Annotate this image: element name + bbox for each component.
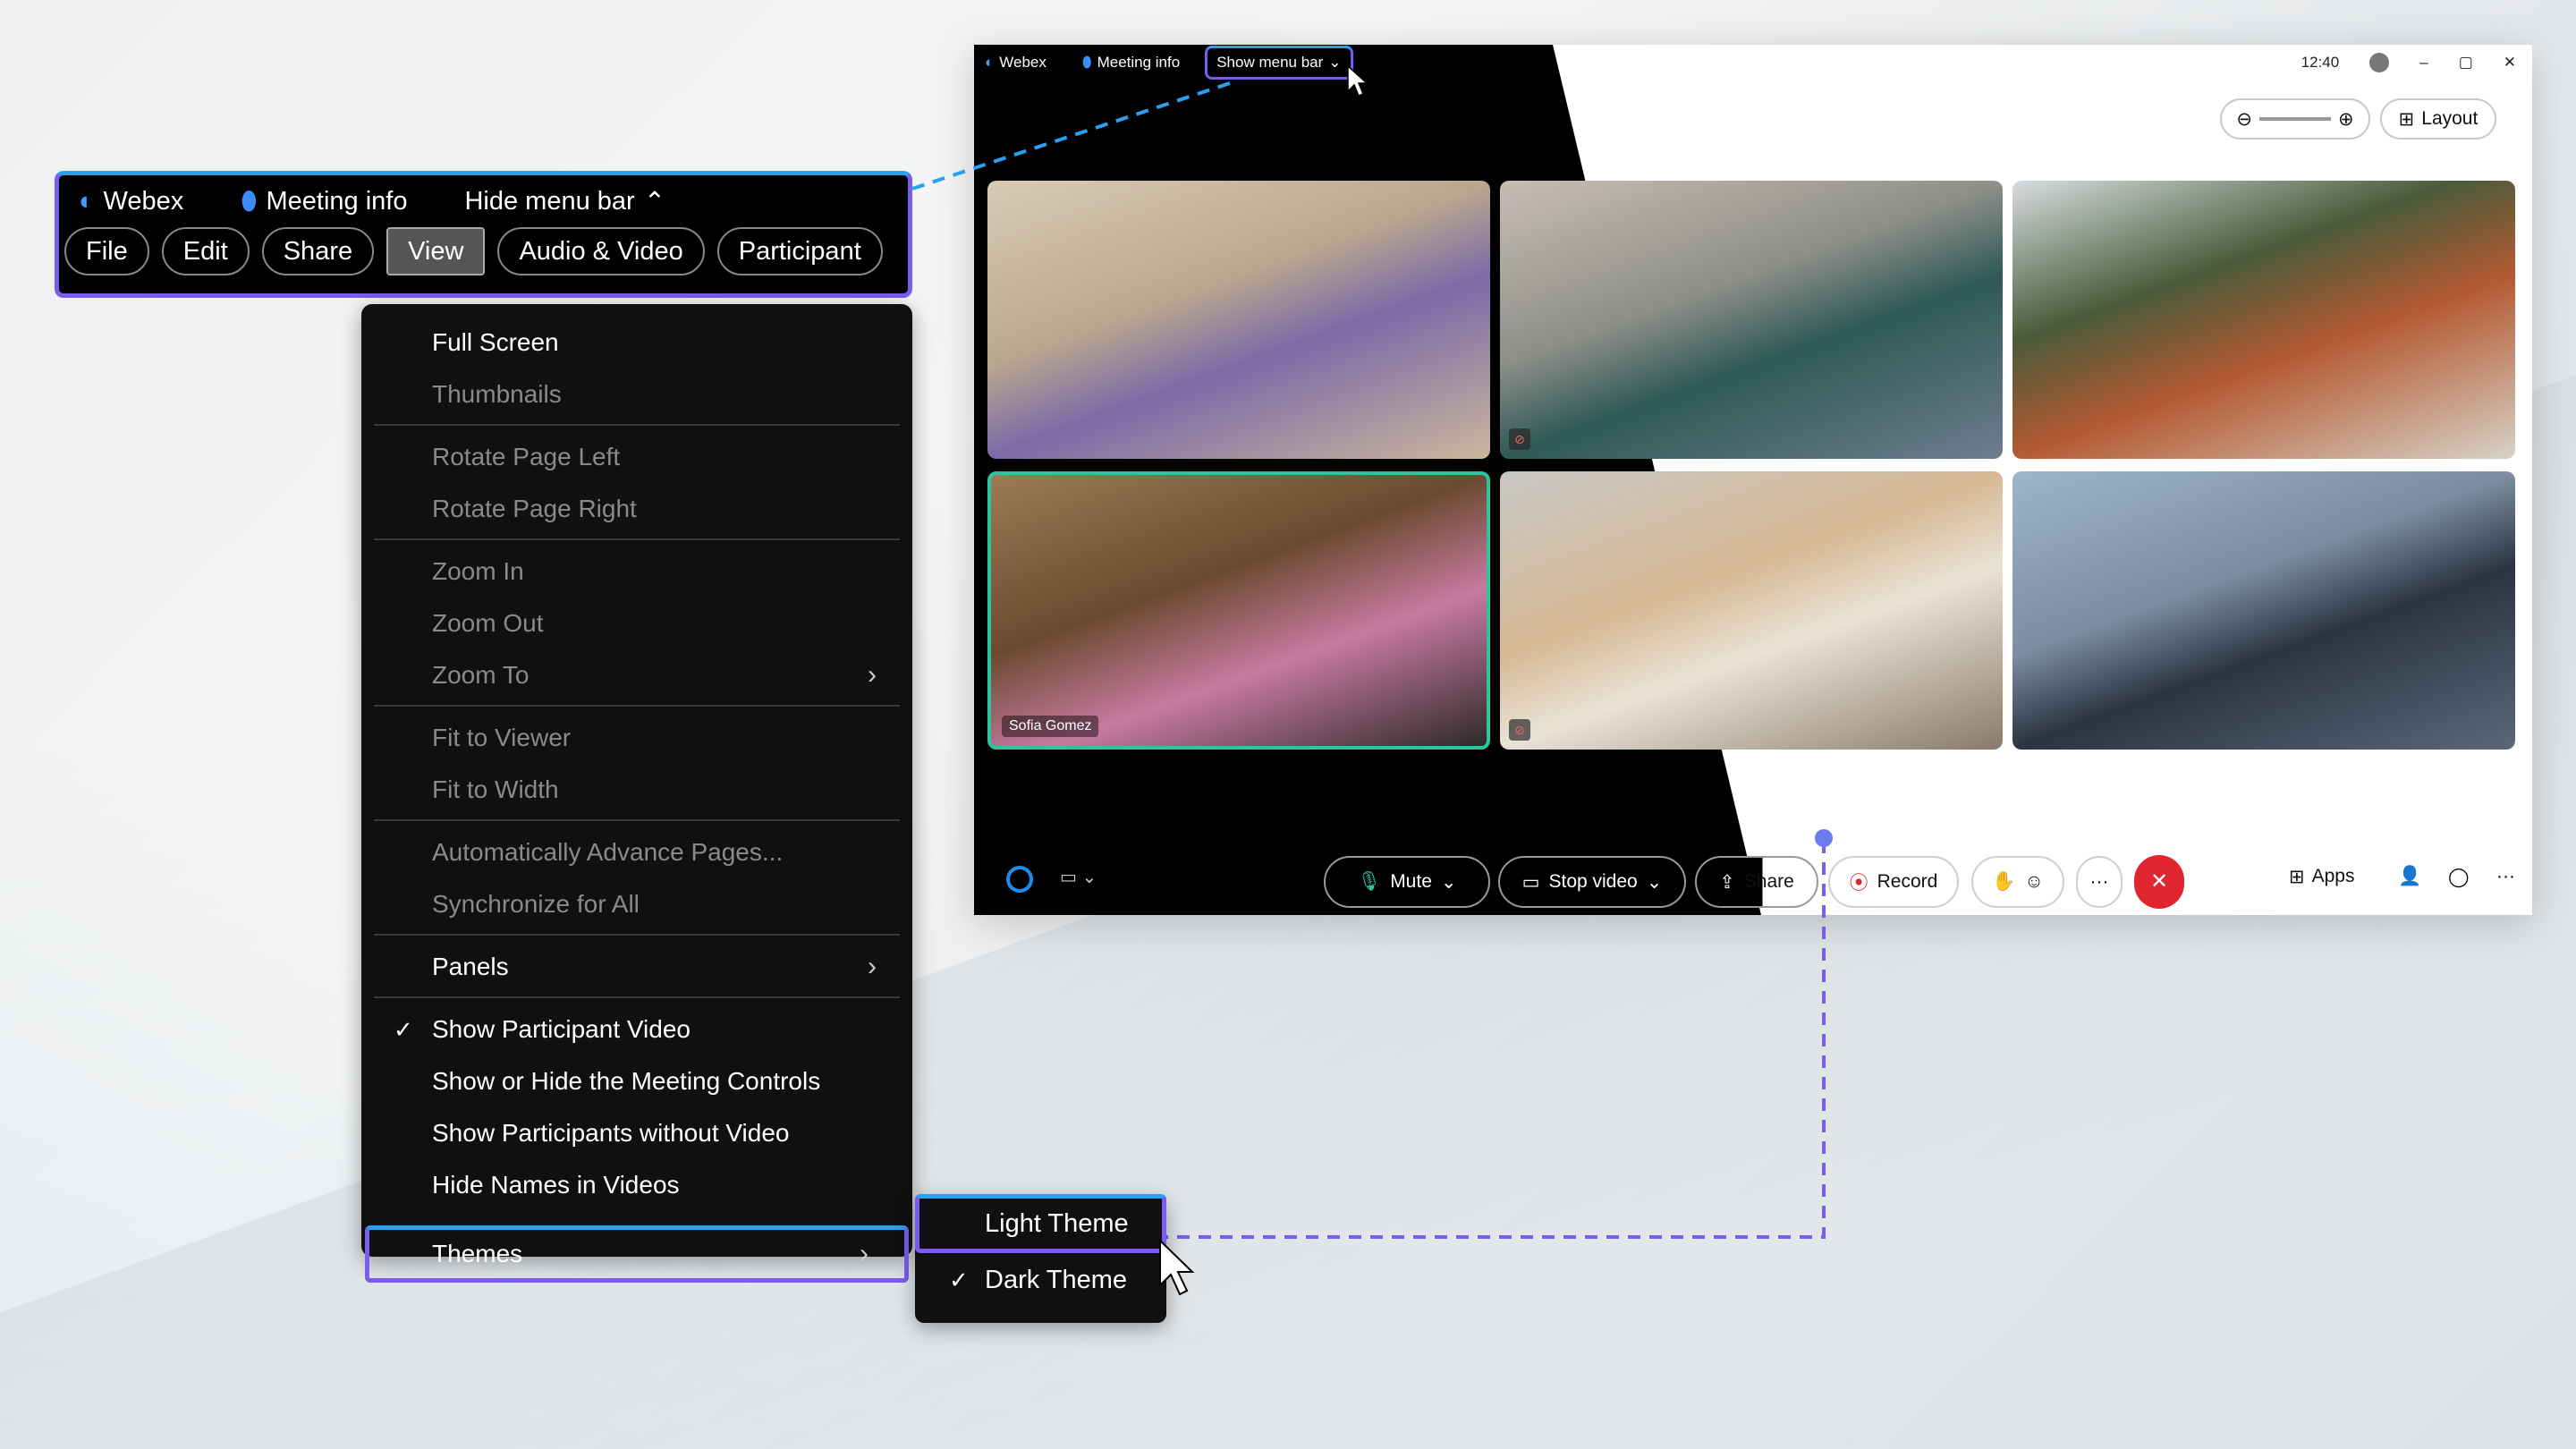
checkmark-icon: ✓	[394, 1015, 413, 1043]
webex-logo-icon: ◐	[79, 186, 95, 216]
zoom-slider[interactable]: ⊖ ⊕	[2220, 98, 2370, 140]
more-icon[interactable]: ···	[2496, 866, 2515, 887]
menu-item-zoom-in: Zoom In	[432, 557, 524, 585]
record-icon: ⦿	[1849, 873, 1868, 894]
menu-participant[interactable]: Participant	[716, 227, 883, 275]
themes-submenu: Light Theme ✓ Dark Theme	[915, 1194, 1166, 1323]
apps-icon: ⊞	[2289, 867, 2305, 887]
menu-bar: ◐ Webex ⬮ Meeting info Hide menu bar ⌃ File…	[55, 171, 912, 298]
menu-item-synchronize-for-all: Synchronize for All	[432, 890, 640, 918]
reactions-button[interactable]: ✋ ☺	[1971, 856, 2064, 908]
chevron-down-icon[interactable]: ⌄	[1647, 871, 1663, 894]
menu-item-themes[interactable]: Themes ›	[365, 1225, 909, 1283]
checkmark-icon: ✓	[949, 1266, 969, 1293]
layout-button[interactable]: ⊞ Layout	[2380, 98, 2496, 140]
mute-button[interactable]: 🎙 Mute ⌄	[1324, 856, 1490, 908]
link-icon[interactable]	[2369, 53, 2390, 72]
mouse-cursor-icon	[1347, 64, 1368, 97]
menu-view[interactable]: View	[386, 227, 486, 275]
share-button[interactable]: ⇪ Share	[1695, 856, 1818, 908]
chevron-down-icon[interactable]: ⌄	[1441, 871, 1457, 894]
menu-share[interactable]: Share	[261, 227, 375, 275]
minimize-icon[interactable]: –	[2419, 54, 2428, 72]
menu-item-zoom-out: Zoom Out	[432, 609, 544, 637]
video-tile[interactable]	[2012, 181, 2515, 459]
mouse-cursor-icon	[1159, 1239, 1195, 1296]
menu-item-zoom-to: Zoom To ›	[432, 660, 877, 690]
menu-separator	[374, 996, 900, 998]
meeting-info-tab[interactable]: ⬮ Meeting info	[1082, 54, 1180, 72]
window-controls: 12:40 – ▢ ✕	[2301, 45, 2532, 80]
menu-item-rotate-page-left: Rotate Page Left	[432, 443, 621, 470]
video-tile[interactable]: ⊘	[1500, 181, 2003, 459]
menu-item-fit-to-width: Fit to Width	[432, 775, 559, 803]
menu-item-automatically-advance-pages: Automatically Advance Pages...	[432, 838, 784, 866]
shield-icon: ⬮	[1081, 54, 1092, 71]
close-icon[interactable]: ✕	[2504, 54, 2516, 72]
captions-icon[interactable]: ▭ ⌄	[1060, 866, 1097, 888]
menu-separator	[374, 705, 900, 707]
menu-audio-video[interactable]: Audio & Video	[497, 227, 705, 275]
chevron-right-icon: ›	[868, 952, 877, 981]
menu-item-panels[interactable]: Panels ›	[361, 941, 912, 993]
menu-item-dark-theme[interactable]: ✓ Dark Theme	[915, 1253, 1166, 1307]
menu-item-show-or-hide-the-meeting-controls[interactable]: Show or Hide the Meeting Controls	[361, 1055, 912, 1107]
record-button[interactable]: ⦿ Record	[1828, 856, 1959, 908]
chevron-up-icon: ⌃	[643, 187, 666, 216]
muted-icon: ⊘	[1509, 428, 1530, 450]
meeting-info-tab[interactable]: ⬮ Meeting info	[241, 187, 407, 216]
webex-meeting-window: ◐ Webex ⬮ Meeting info Show menu bar ⌄ 12:4…	[974, 45, 2532, 915]
zoom-out-icon[interactable]: ⊖	[2236, 108, 2252, 131]
hide-menu-bar-button[interactable]: Hide menu bar ⌃	[464, 186, 665, 217]
microphone-icon: 🎙	[1357, 871, 1382, 892]
title-bar: ◐ Webex ⬮ Meeting info Show menu bar ⌄	[974, 45, 2532, 80]
menu-item-rotate-page-right: Rotate Page Right	[432, 495, 637, 522]
menu-separator	[374, 538, 900, 540]
close-icon: ✕	[2149, 869, 2169, 894]
video-tile[interactable]	[2012, 471, 2515, 750]
show-menu-bar-button[interactable]: Show menu bar ⌄	[1205, 46, 1353, 80]
emoji-icon: ☺	[2024, 871, 2044, 892]
webex-logo-icon: ◐	[985, 54, 995, 71]
menu-separator	[374, 819, 900, 821]
menu-item-fit-to-viewer: Fit to Viewer	[432, 724, 572, 751]
end-call-button[interactable]: ✕	[2134, 855, 2184, 909]
share-icon: ⇪	[1719, 871, 1735, 893]
webex-tab[interactable]: ◐ Webex	[79, 187, 183, 216]
menu-item-show-participant-video[interactable]: ✓ Show Participant Video	[361, 1004, 912, 1055]
menu-file[interactable]: File	[64, 227, 149, 275]
webex-ai-icon[interactable]	[1006, 866, 1033, 893]
camera-icon: ▭	[1521, 871, 1540, 893]
muted-icon: ⊘	[1509, 719, 1530, 741]
maximize-icon[interactable]: ▢	[2459, 54, 2473, 72]
menu-item-light-theme[interactable]: Light Theme	[915, 1194, 1166, 1253]
clock: 12:40	[2301, 54, 2340, 71]
shield-icon: ⬮	[241, 186, 258, 216]
grid-icon: ⊞	[2398, 108, 2415, 130]
view-menu: Full Screen Thumbnails Rotate Page Left Rot…	[361, 304, 912, 1283]
menu-item-show-participants-without-video[interactable]: Show Participants without Video	[361, 1107, 912, 1159]
menu-separator	[374, 424, 900, 426]
menu-item-hide-names-in-videos[interactable]: Hide Names in Videos	[361, 1159, 912, 1211]
chevron-right-icon: ›	[868, 660, 877, 690]
participant-name: Sofia Gomez	[1002, 716, 1099, 737]
video-tile[interactable]	[987, 181, 1490, 459]
stop-video-button[interactable]: ▭ Stop video ⌄	[1498, 856, 1686, 908]
more-options-button[interactable]: ···	[2076, 856, 2123, 908]
menu-item-full-screen[interactable]: Full Screen	[361, 317, 912, 369]
menu-item-thumbnails: Thumbnails	[432, 380, 562, 408]
webex-tab[interactable]: ◐ Webex	[985, 54, 1046, 72]
chevron-right-icon: ›	[860, 1239, 869, 1268]
participants-icon[interactable]: 👤	[2398, 866, 2421, 887]
chat-icon[interactable]: ◯	[2448, 866, 2470, 888]
video-tile-active[interactable]: Sofia Gomez	[987, 471, 1490, 750]
chevron-down-icon: ⌄	[1328, 54, 1342, 71]
zoom-in-icon[interactable]: ⊕	[2338, 108, 2354, 131]
raise-hand-icon: ✋	[1992, 871, 2016, 892]
menu-separator	[374, 934, 900, 936]
video-tile[interactable]: ⊘	[1500, 471, 2003, 750]
apps-button[interactable]: ⊞ Apps	[2289, 866, 2354, 888]
menu-edit[interactable]: Edit	[161, 227, 250, 275]
